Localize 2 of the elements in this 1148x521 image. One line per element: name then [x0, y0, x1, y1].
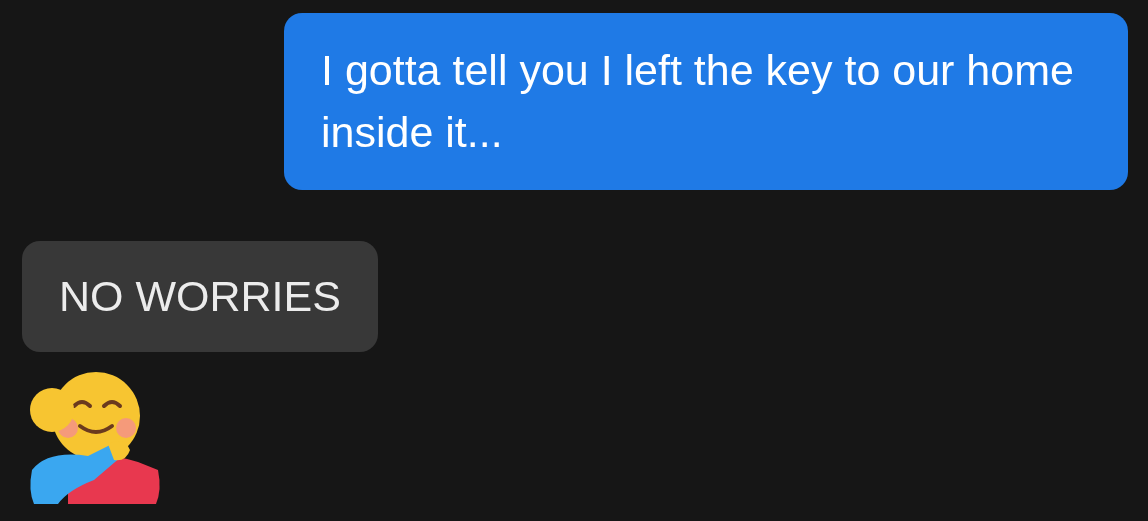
sent-message-bubble: I gotta tell you I left the key to our home inside it...	[284, 13, 1128, 190]
received-message-bubble: NO WORRIES	[22, 241, 378, 352]
